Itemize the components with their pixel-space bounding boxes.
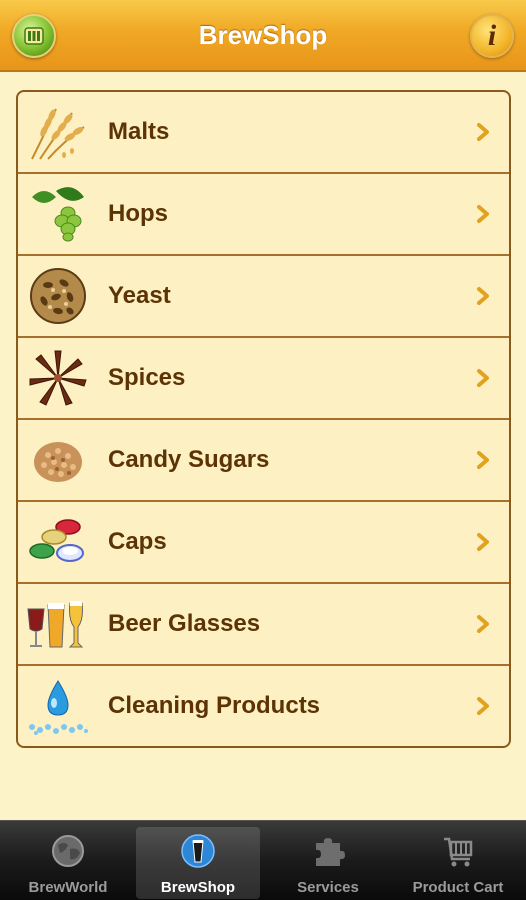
- category-list: Malts Hops Yeast Spices Candy Sugars Cap…: [16, 90, 511, 748]
- tab-label: Services: [297, 879, 359, 896]
- info-icon[interactable]: i: [470, 14, 514, 58]
- navigation-bar: BrewShop i: [0, 0, 526, 72]
- list-item-yeast[interactable]: Yeast: [18, 256, 509, 338]
- wheat-icon: [26, 101, 90, 163]
- puzzle-icon: [316, 838, 345, 866]
- chevron-right-icon: [477, 205, 489, 223]
- list-item-beer-glasses[interactable]: Beer Glasses: [18, 584, 509, 666]
- bottle-caps-icon: [26, 511, 90, 573]
- list-item-label: Beer Glasses: [108, 610, 261, 637]
- list-item-label: Hops: [108, 200, 168, 227]
- list-item-label: Yeast: [108, 282, 171, 309]
- water-drop-icon: [26, 675, 90, 737]
- list-item-candy-sugars[interactable]: Candy Sugars: [18, 420, 509, 502]
- chevron-right-icon: [477, 615, 489, 633]
- chevron-right-icon: [477, 123, 489, 141]
- globe-icon: [52, 835, 84, 867]
- chevron-right-icon: [477, 369, 489, 387]
- tab-product-cart[interactable]: Product Cart: [396, 827, 520, 899]
- chevron-right-icon: [477, 287, 489, 305]
- hops-icon: [26, 183, 90, 245]
- list-item-spices[interactable]: Spices: [18, 338, 509, 420]
- beer-glasses-icon: [26, 593, 90, 655]
- tab-bar: BrewWorld BrewShop Services Product Cart: [0, 820, 526, 900]
- list-item-malts[interactable]: Malts: [18, 92, 509, 174]
- chevron-right-icon: [477, 533, 489, 551]
- page-title: BrewShop: [198, 20, 328, 50]
- cart-icon: [444, 837, 473, 867]
- list-item-label: Candy Sugars: [108, 446, 270, 473]
- list-item-hops[interactable]: Hops: [18, 174, 509, 256]
- list-item-caps[interactable]: Caps: [18, 502, 509, 584]
- tab-services[interactable]: Services: [266, 827, 390, 899]
- list-item-label: Caps: [108, 528, 167, 555]
- chevron-right-icon: [477, 697, 489, 715]
- tab-label: Product Cart: [412, 879, 504, 896]
- tab-brewshop[interactable]: BrewShop: [136, 827, 260, 899]
- tab-label: BrewWorld: [28, 879, 108, 896]
- star-anise-icon: [26, 347, 90, 409]
- chevron-right-icon: [477, 451, 489, 469]
- glass-icon: [181, 834, 215, 868]
- list-item-cleaning-products[interactable]: Cleaning Products: [18, 666, 509, 746]
- sugar-icon: [26, 429, 90, 491]
- list-item-label: Spices: [108, 364, 186, 391]
- tab-label: BrewShop: [160, 879, 236, 896]
- list-item-label: Malts: [108, 118, 170, 145]
- yeast-icon: [26, 265, 90, 327]
- tab-brewworld[interactable]: BrewWorld: [6, 827, 130, 899]
- list-item-label: Cleaning Products: [108, 692, 321, 719]
